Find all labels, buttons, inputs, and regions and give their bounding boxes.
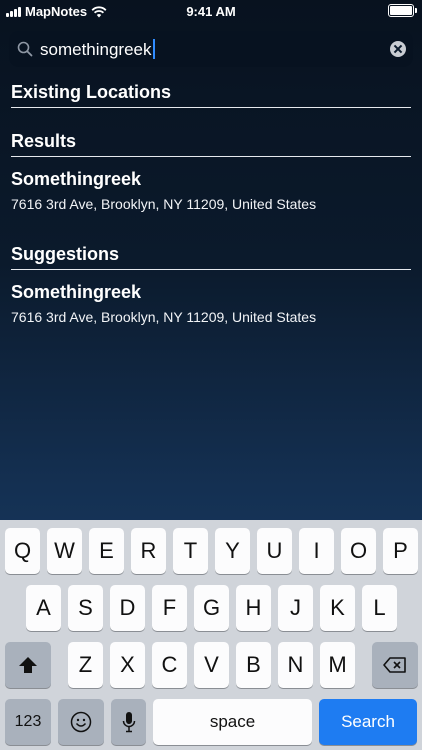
keyboard: Q W E R T Y U I O P A S D F G H J K L Z … xyxy=(0,520,422,750)
key-f[interactable]: F xyxy=(152,585,187,631)
key-q[interactable]: Q xyxy=(5,528,40,574)
key-x[interactable]: X xyxy=(110,642,145,688)
battery-icon xyxy=(388,4,417,17)
key-u[interactable]: U xyxy=(257,528,292,574)
result-address: 7616 3rd Ave, Brooklyn, NY 11209, United… xyxy=(11,196,317,212)
emoji-key[interactable] xyxy=(58,699,104,745)
section-heading-suggestions: Suggestions xyxy=(11,244,411,270)
suggestion-name: Somethingreek xyxy=(11,282,142,302)
key-v[interactable]: V xyxy=(194,642,229,688)
key-l[interactable]: L xyxy=(362,585,397,631)
emoji-icon xyxy=(70,711,92,733)
key-p[interactable]: P xyxy=(383,528,418,574)
section-heading-results: Results xyxy=(11,131,411,157)
search-button[interactable]: Search xyxy=(319,699,417,745)
clear-icon[interactable] xyxy=(390,41,406,57)
key-d[interactable]: D xyxy=(110,585,145,631)
key-z[interactable]: Z xyxy=(68,642,103,688)
suggestion-address: 7616 3rd Ave, Brooklyn, NY 11209, United… xyxy=(11,309,317,325)
result-name: Somethingreek xyxy=(11,169,142,189)
key-b[interactable]: B xyxy=(236,642,271,688)
shift-key[interactable] xyxy=(5,642,51,688)
key-m[interactable]: M xyxy=(320,642,355,688)
status-bar: MapNotes 9:41 AM xyxy=(0,0,422,22)
results-section: Results Somethingreek 7616 3rd Ave, Broo… xyxy=(11,131,411,212)
key-g[interactable]: G xyxy=(194,585,229,631)
status-time: 9:41 AM xyxy=(186,4,236,19)
section-heading-existing: Existing Locations xyxy=(11,82,411,108)
search-icon xyxy=(17,41,33,57)
existing-locations-section: Existing Locations xyxy=(11,82,411,108)
search-input-value: somethingreek xyxy=(40,40,152,59)
key-s[interactable]: S xyxy=(68,585,103,631)
search-input[interactable]: somethingreek xyxy=(40,39,155,60)
suggestion-item[interactable]: Somethingreek 7616 3rd Ave, Brooklyn, NY… xyxy=(11,282,411,325)
key-n[interactable]: N xyxy=(278,642,313,688)
text-cursor xyxy=(152,39,155,59)
space-key[interactable]: space xyxy=(153,699,312,745)
key-r[interactable]: R xyxy=(131,528,166,574)
numbers-key[interactable]: 123 xyxy=(5,699,51,745)
result-item[interactable]: Somethingreek 7616 3rd Ave, Brooklyn, NY… xyxy=(11,169,411,212)
backspace-icon xyxy=(383,657,406,673)
key-e[interactable]: E xyxy=(89,528,124,574)
key-h[interactable]: H xyxy=(236,585,271,631)
key-a[interactable]: A xyxy=(26,585,61,631)
key-i[interactable]: I xyxy=(299,528,334,574)
key-c[interactable]: C xyxy=(152,642,187,688)
key-w[interactable]: W xyxy=(47,528,82,574)
key-t[interactable]: T xyxy=(173,528,208,574)
dictation-key[interactable] xyxy=(111,699,146,745)
key-y[interactable]: Y xyxy=(215,528,250,574)
suggestions-section: Suggestions Somethingreek 7616 3rd Ave, … xyxy=(11,244,411,325)
key-j[interactable]: J xyxy=(278,585,313,631)
shift-icon xyxy=(19,657,37,673)
microphone-icon xyxy=(122,712,135,733)
key-o[interactable]: O xyxy=(341,528,376,574)
backspace-key[interactable] xyxy=(372,642,418,688)
search-bar[interactable]: somethingreek xyxy=(9,31,413,67)
key-k[interactable]: K xyxy=(320,585,355,631)
